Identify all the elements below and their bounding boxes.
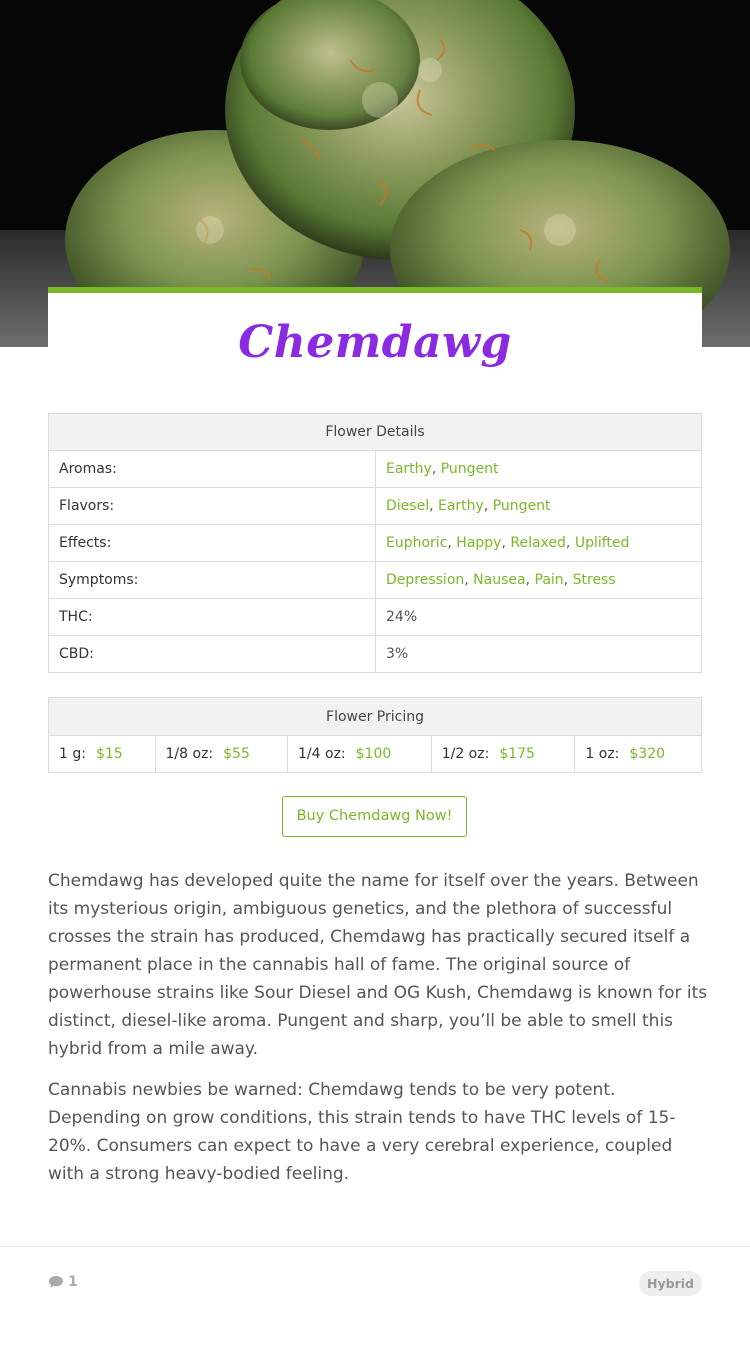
flower-pricing-table: Flower Pricing 1 g: $15 1/8 oz: $55 1/4 oz: $… (48, 697, 702, 773)
flower-pricing-header: Flower Pricing (48, 697, 702, 736)
attribute-link[interactable]: Pungent (493, 498, 551, 514)
speech-bubble-icon (49, 1276, 63, 1288)
price-unit: 1 g: (59, 746, 86, 762)
details-row: CBD: 3% (48, 635, 702, 673)
price-cell: 1/4 oz: $100 (287, 735, 432, 773)
title-card: Chemdawg (48, 287, 702, 387)
attribute-link[interactable]: Relaxed (510, 535, 566, 551)
details-value: Euphoric, Happy, Relaxed, Uplifted (375, 524, 702, 562)
description-paragraph: Chemdawg has developed quite the name fo… (48, 871, 708, 1059)
attribute-link[interactable]: Nausea (473, 572, 525, 588)
price-value: $320 (629, 746, 666, 762)
footer-divider (0, 1246, 750, 1247)
details-row: Symptoms: Depression, Nausea, Pain, Stres… (48, 561, 702, 599)
price-unit: 1/4 oz: (298, 746, 346, 762)
price-value: $100 (355, 746, 392, 762)
attribute-link[interactable]: Pain (535, 572, 564, 588)
attribute-link[interactable]: Uplifted (575, 535, 630, 551)
attribute-link[interactable]: Depression (386, 572, 464, 588)
price-cell: 1 g: $15 (48, 735, 156, 773)
price-cell: 1/8 oz: $55 (154, 735, 289, 773)
details-value: 3% (375, 635, 702, 673)
price-cell: 1 oz: $320 (574, 735, 702, 773)
strain-type-tag[interactable]: Hybrid (639, 1271, 702, 1296)
details-label: Aromas: (48, 450, 376, 488)
details-row: Effects: Euphoric, Happy, Relaxed, Uplift… (48, 524, 702, 562)
attribute-link[interactable]: Happy (456, 535, 501, 551)
attribute-value: 3% (386, 646, 409, 662)
price-value: $55 (223, 746, 250, 762)
attribute-link[interactable]: Euphoric (386, 535, 447, 551)
page-title: Chemdawg (238, 317, 512, 368)
attribute-link[interactable]: Pungent (441, 461, 499, 477)
price-unit: 1/8 oz: (165, 746, 214, 762)
flower-details-table: Flower Details Aromas: Earthy, Pungent Fla… (48, 413, 702, 673)
price-cell: 1/2 oz: $175 (430, 735, 576, 773)
details-label: Flavors: (48, 487, 376, 525)
details-label: Symptoms: (48, 561, 376, 599)
attribute-link[interactable]: Diesel (386, 498, 429, 514)
comments-link[interactable]: 1 (48, 1274, 78, 1290)
price-unit: 1/2 oz: (441, 746, 490, 762)
comment-count: 1 (68, 1274, 78, 1290)
description-paragraph: Cannabis newbies be warned: Chemdawg ten… (48, 1080, 676, 1184)
attribute-link[interactable]: Earthy (386, 461, 432, 477)
details-label: CBD: (48, 635, 376, 673)
details-value: Diesel, Earthy, Pungent (375, 487, 702, 525)
details-row: THC: 24% (48, 598, 702, 636)
details-value: Depression, Nausea, Pain, Stress (375, 561, 702, 599)
details-label: THC: (48, 598, 376, 636)
price-value: $15 (95, 746, 123, 762)
details-row: Flavors: Diesel, Earthy, Pungent (48, 487, 702, 525)
attribute-link[interactable]: Earthy (438, 498, 484, 514)
details-value: Earthy, Pungent (375, 450, 702, 488)
attribute-link[interactable]: Stress (573, 572, 616, 588)
attribute-value: 24% (386, 609, 418, 625)
details-value: 24% (375, 598, 702, 636)
details-label: Effects: (48, 524, 376, 562)
price-unit: 1 oz: (585, 746, 620, 762)
buy-now-button[interactable]: Buy Chemdawg Now! (282, 796, 467, 837)
strain-description: Chemdawg has developed quite the name fo… (48, 867, 708, 1201)
price-value: $175 (499, 746, 535, 762)
flower-details-header: Flower Details (48, 413, 702, 451)
details-row: Aromas: Earthy, Pungent (48, 450, 702, 488)
